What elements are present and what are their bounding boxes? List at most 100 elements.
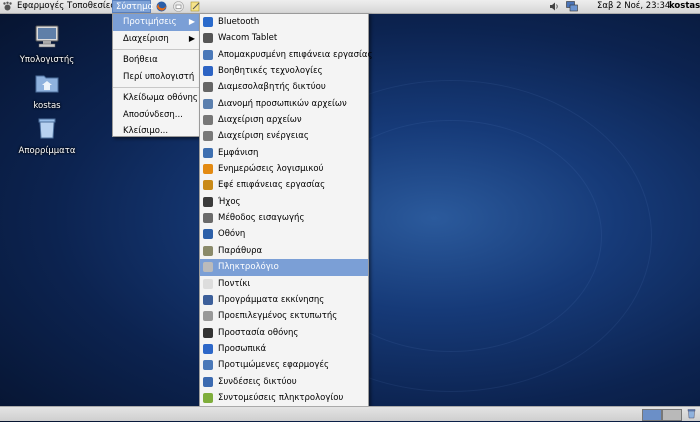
menu-item-label: Συνδέσεις δικτύου [218, 376, 297, 387]
preference-icon [203, 115, 213, 126]
workspace-1[interactable] [642, 409, 662, 421]
user-menu[interactable]: kostas [666, 0, 700, 13]
menu-item-label: Wacom Tablet [218, 33, 278, 44]
system-menu[interactable]: Σύστημα [112, 0, 153, 13]
preference-icon [203, 164, 213, 175]
menu-item-label: Προστασία οθόνης [218, 327, 299, 338]
network-icon[interactable] [566, 1, 578, 12]
desktop-icon-computer[interactable]: Υπολογιστής [17, 24, 77, 65]
desktop-icon-label: kostas [33, 101, 61, 111]
menu-item-help[interactable]: Βοήθεια [113, 52, 200, 69]
computer-icon [17, 24, 77, 53]
desktop-icon-label: Υπολογιστής [19, 55, 75, 65]
menu-item-logout[interactable]: Αποσύνδεση... [113, 107, 200, 124]
menu-item-label: Πληκτρολόγιο [218, 262, 279, 273]
preference-icon [203, 82, 213, 93]
menu-item-preference[interactable]: Προγράμματα εκκίνησης [200, 292, 368, 308]
menu-item-preference[interactable]: Bluetooth [200, 14, 368, 30]
preference-icon [203, 245, 213, 256]
desktop-icon-trash[interactable]: Απορρίμματα [17, 115, 77, 156]
preference-icon [203, 262, 213, 273]
menu-item-preference[interactable]: Προστασία οθόνης [200, 325, 368, 341]
menu-item-preference[interactable]: Ποντίκι [200, 276, 368, 292]
menu-item-preference[interactable]: Συντομεύσεις πληκτρολογίου [200, 390, 368, 406]
chevron-right-icon: ▶ [188, 33, 195, 43]
menu-separator [113, 87, 200, 88]
workspace-2[interactable] [662, 409, 682, 421]
menu-item-preference[interactable]: Οθόνη [200, 226, 368, 242]
preference-icon [203, 33, 213, 44]
menu-item-preference[interactable]: Προτιμώμενες εφαρμογές [200, 357, 368, 373]
menu-item-label: Ήχος [218, 196, 241, 207]
menu-item-preference[interactable]: Διαχείριση αρχείων [200, 112, 368, 128]
system-dropdown: Προτιμήσεις ▶ Διαχείριση ▶ Βοήθεια Περί … [112, 13, 201, 137]
menu-item-preferences[interactable]: Προτιμήσεις ▶ [113, 14, 200, 31]
desktop-icon-home[interactable]: kostas [17, 70, 77, 111]
menu-item-preference[interactable]: Προεπιλεγμένος εκτυπωτής [200, 308, 368, 324]
menu-item-label: Βοηθητικές τεχνολογίες [218, 66, 323, 77]
preference-icon [203, 376, 213, 387]
menu-item-preference[interactable]: Απομακρυσμένη επιφάνεια εργασίας [200, 47, 373, 63]
preferences-submenu: Bluetooth Wacom Tablet Απομακρυσμένη επιφά… [199, 13, 373, 408]
menu-item-lock-screen[interactable]: Κλείδωμα οθόνης [113, 90, 200, 107]
applications-menu[interactable]: Εφαρμογές [14, 0, 67, 13]
menu-item-label: Διανομή προσωπικών αρχείων [218, 98, 347, 109]
menu-item-label: Απομακρυσμένη επιφάνεια εργασίας [218, 49, 373, 60]
firefox-icon[interactable] [156, 1, 167, 12]
menu-item-label: Εμφάνιση [218, 147, 259, 158]
volume-icon[interactable] [549, 1, 560, 12]
trash-applet-icon[interactable] [686, 408, 697, 419]
preference-icon [203, 180, 213, 191]
menu-item-preference[interactable]: Μέθοδος εισαγωγής [200, 210, 368, 226]
clock[interactable]: Σαβ 2 Νοέ, 23:34 [594, 0, 673, 13]
menu-item-shutdown[interactable]: Κλείσιμο... [113, 123, 200, 140]
note-icon[interactable] [190, 1, 201, 12]
menu-item-preference[interactable]: Διαχείριση ενέργειας [200, 128, 368, 144]
preference-icon [203, 213, 213, 224]
preference-icon [203, 66, 213, 77]
menu-item-label: Προτιμήσεις [123, 17, 177, 27]
bottom-panel [0, 406, 700, 421]
preference-icon [203, 229, 213, 240]
menu-item-preference[interactable]: Συνδέσεις δικτύου [200, 374, 368, 390]
preference-icon [203, 147, 213, 158]
menu-item-preference[interactable]: Ήχος [200, 194, 368, 210]
preference-icon [203, 196, 213, 207]
menu-separator [113, 49, 200, 50]
menu-item-preference[interactable]: Διαμεσολαβητής δικτύου [200, 79, 368, 95]
preference-icon [203, 343, 213, 354]
menu-item-preference[interactable]: Προσωπικά [200, 341, 368, 357]
menu-item-preference[interactable]: Wacom Tablet [200, 30, 368, 46]
menu-item-label: Διαχείριση ενέργειας [218, 131, 309, 142]
menu-item-label: Διαχείριση [123, 33, 169, 44]
menu-item-label: Προγράμματα εκκίνησης [218, 294, 325, 305]
preference-icon [203, 98, 213, 109]
menu-item-label: Ενημερώσεις λογισμικού [218, 164, 324, 175]
menu-item-preference[interactable]: Ενημερώσεις λογισμικού [200, 161, 368, 177]
menu-item-administration[interactable]: Διαχείριση ▶ [113, 31, 200, 48]
places-menu[interactable]: Τοποθεσίες [64, 0, 118, 13]
menu-item-label: Προτιμώμενες εφαρμογές [218, 360, 329, 371]
preference-icon [203, 311, 213, 322]
preference-icon [203, 294, 213, 305]
menu-item-preference[interactable]: Διανομή προσωπικών αρχείων [200, 96, 368, 112]
menu-item-preference[interactable]: Πληκτρολόγιο [200, 259, 368, 276]
menu-item-label: Παράθυρα [218, 245, 263, 256]
menu-item-preference[interactable]: Εμφάνιση [200, 145, 368, 161]
menu-item-preference[interactable]: Βοηθητικές τεχνολογίες [200, 63, 368, 79]
preference-icon [203, 327, 213, 338]
menu-item-preference[interactable]: Εφέ επιφάνειας εργασίας [200, 177, 368, 193]
menu-item-label: Προεπιλεγμένος εκτυπωτής [218, 311, 338, 322]
menu-item-preference[interactable]: Παράθυρα [200, 243, 368, 259]
preference-icon [203, 49, 213, 60]
menu-item-label: Εφέ επιφάνειας εργασίας [218, 180, 326, 191]
menu-item-label: Προσωπικά [218, 343, 267, 354]
preference-icon [203, 131, 213, 142]
preference-icon [203, 360, 213, 371]
gnome-foot-icon [2, 1, 13, 12]
mail-icon[interactable] [173, 1, 184, 12]
menu-item-about[interactable]: Περί υπολογιστή [113, 69, 200, 86]
trash-icon [17, 115, 77, 144]
home-folder-icon [17, 70, 77, 99]
menu-item-label: Μέθοδος εισαγωγής [218, 213, 305, 224]
